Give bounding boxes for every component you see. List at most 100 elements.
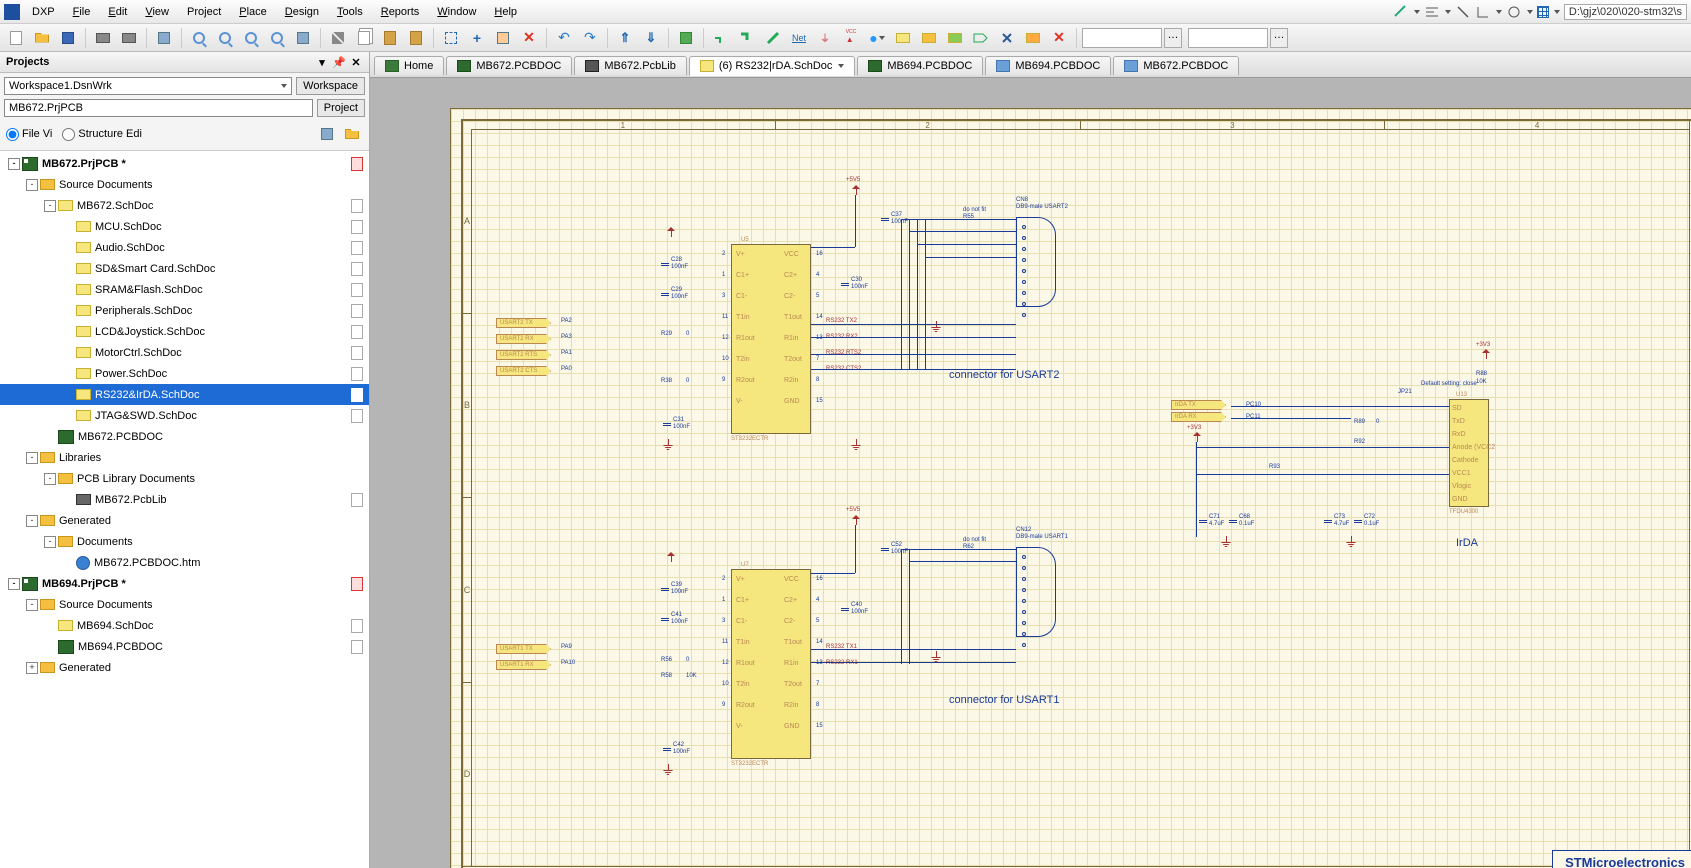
wire-button[interactable] — [709, 27, 733, 49]
menu-help[interactable]: Help — [486, 3, 525, 21]
component-irda[interactable] — [1449, 399, 1489, 507]
tree-row[interactable]: MB694.PCBDOC — [0, 636, 369, 657]
capacitor[interactable] — [841, 279, 849, 289]
schematic-canvas[interactable]: 1234 ABCD U5 ST3232ECTR V+2C1+1C1-3T1in1… — [370, 78, 1691, 868]
tree-twisty-icon[interactable]: - — [26, 515, 38, 527]
document-tab[interactable]: MB672.PCBDOC — [1113, 56, 1239, 75]
workspace-button[interactable]: Workspace — [296, 77, 365, 95]
cross-probe-button[interactable] — [674, 27, 698, 49]
net-port[interactable]: IrDA RX — [1171, 412, 1226, 422]
net-port[interactable]: USART2 CTS — [496, 366, 551, 376]
deselect-button[interactable] — [491, 27, 515, 49]
capacitor[interactable] — [663, 744, 671, 754]
tree-twisty-icon[interactable]: - — [44, 473, 56, 485]
backslash-icon[interactable] — [1455, 4, 1471, 20]
print-preview-button[interactable] — [117, 27, 141, 49]
capacitor[interactable] — [1324, 516, 1332, 526]
tree-row[interactable]: -MB672.SchDoc — [0, 195, 369, 216]
tree-row[interactable]: SRAM&Flash.SchDoc — [0, 279, 369, 300]
net-port[interactable]: USART1 RX — [496, 660, 551, 670]
sheet-entry-button[interactable] — [917, 27, 941, 49]
tree-twisty-icon[interactable]: - — [8, 158, 20, 170]
place-part-button[interactable]: ● — [865, 27, 889, 49]
save-button[interactable] — [56, 27, 80, 49]
print-button[interactable] — [91, 27, 115, 49]
menu-dxp[interactable]: DXP — [24, 3, 63, 21]
line-style-icon[interactable] — [1393, 4, 1409, 20]
net-port[interactable]: USART2 RTS — [496, 350, 551, 360]
menu-view[interactable]: View — [137, 3, 177, 21]
gnd-port-button[interactable]: ⏚ — [813, 27, 837, 49]
undo-button[interactable]: ↶ — [552, 27, 576, 49]
tree-twisty-icon[interactable]: - — [44, 200, 56, 212]
component-button[interactable] — [1021, 27, 1045, 49]
bus-entry-button[interactable] — [761, 27, 785, 49]
tree-options-button[interactable] — [316, 124, 338, 144]
copy-button[interactable] — [352, 27, 376, 49]
hier-down-button[interactable]: ⇓ — [639, 27, 663, 49]
menu-tools[interactable]: Tools — [329, 3, 371, 21]
corner-icon[interactable] — [1475, 4, 1491, 20]
redo-button[interactable]: ↶ — [578, 27, 602, 49]
menu-edit[interactable]: Edit — [100, 3, 135, 21]
project-tree[interactable]: -MB672.PrjPCB *-Source Documents-MB672.S… — [0, 151, 369, 868]
open-button[interactable] — [30, 27, 54, 49]
compile-button[interactable] — [152, 27, 176, 49]
document-tab[interactable]: (6) RS232|rDA.SchDoc — [689, 56, 856, 76]
rubber-stamp-button[interactable] — [404, 27, 428, 49]
capacitor[interactable] — [841, 604, 849, 614]
zoom-out-button[interactable] — [291, 27, 315, 49]
capacitor[interactable] — [881, 544, 889, 554]
panel-menu-icon[interactable]: ▾ — [315, 55, 329, 69]
capacitor[interactable] — [881, 214, 889, 224]
project-button[interactable]: Project — [317, 99, 365, 117]
no-erc-button[interactable] — [995, 27, 1019, 49]
circle-icon[interactable] — [1506, 4, 1522, 20]
panel-close-icon[interactable]: ✕ — [349, 55, 363, 69]
bus-button[interactable] — [735, 27, 759, 49]
tree-row[interactable]: MB672.PCBDOC.htm — [0, 552, 369, 573]
cut-button[interactable] — [326, 27, 350, 49]
align-icon[interactable] — [1424, 4, 1440, 20]
connector-cn8[interactable] — [1016, 217, 1056, 307]
move-button[interactable]: + — [465, 27, 489, 49]
menu-file[interactable]: File — [65, 3, 99, 21]
net-port[interactable]: IrDA TX — [1171, 400, 1226, 410]
document-tab[interactable]: MB694.PCBDOC — [985, 56, 1111, 75]
tree-twisty-icon[interactable]: - — [26, 452, 38, 464]
menu-project[interactable]: Project — [179, 3, 229, 21]
tree-row[interactable]: -Libraries — [0, 447, 369, 468]
zoom-fit-button[interactable] — [213, 27, 237, 49]
paste-button[interactable] — [378, 27, 402, 49]
menu-design[interactable]: Design — [277, 3, 327, 21]
delete-button[interactable]: ✕ — [1047, 27, 1071, 49]
tree-row[interactable]: LCD&Joystick.SchDoc — [0, 321, 369, 342]
tree-row[interactable]: RS232&IrDA.SchDoc — [0, 384, 369, 405]
tree-row[interactable]: MCU.SchDoc — [0, 216, 369, 237]
tree-row[interactable]: -Generated — [0, 510, 369, 531]
capacitor[interactable] — [661, 289, 669, 299]
tree-twisty-icon[interactable]: - — [26, 179, 38, 191]
tree-row[interactable]: +Generated — [0, 657, 369, 678]
document-tab[interactable]: MB694.PCBDOC — [857, 56, 983, 75]
tree-twisty-icon[interactable]: - — [26, 599, 38, 611]
dropdown-arrow-icon[interactable] — [1554, 10, 1560, 14]
capacitor[interactable] — [1229, 516, 1237, 526]
tree-row[interactable]: Audio.SchDoc — [0, 237, 369, 258]
view-file-radio[interactable]: File Vi — [6, 128, 52, 141]
tree-row[interactable]: MotorCtrl.SchDoc — [0, 342, 369, 363]
document-tab[interactable]: Home — [374, 56, 444, 75]
tree-row[interactable]: MB672.PCBDOC — [0, 426, 369, 447]
capacitor[interactable] — [661, 259, 669, 269]
dropdown-arrow-icon[interactable] — [1445, 10, 1451, 14]
vcc-port-button[interactable]: VCC▲ — [839, 27, 863, 49]
connector-cn12[interactable] — [1016, 547, 1056, 637]
dropdown-arrow-icon[interactable] — [1527, 10, 1533, 14]
tree-twisty-icon[interactable]: - — [44, 536, 56, 548]
tree-row[interactable]: Peripherals.SchDoc — [0, 300, 369, 321]
tree-row[interactable]: -PCB Library Documents — [0, 468, 369, 489]
menu-reports[interactable]: Reports — [373, 3, 428, 21]
file-path-field[interactable]: D:\gjz\020\020-stm32\s — [1564, 4, 1687, 20]
zoom-area-button[interactable] — [187, 27, 211, 49]
zoom-selected-button[interactable] — [239, 27, 263, 49]
